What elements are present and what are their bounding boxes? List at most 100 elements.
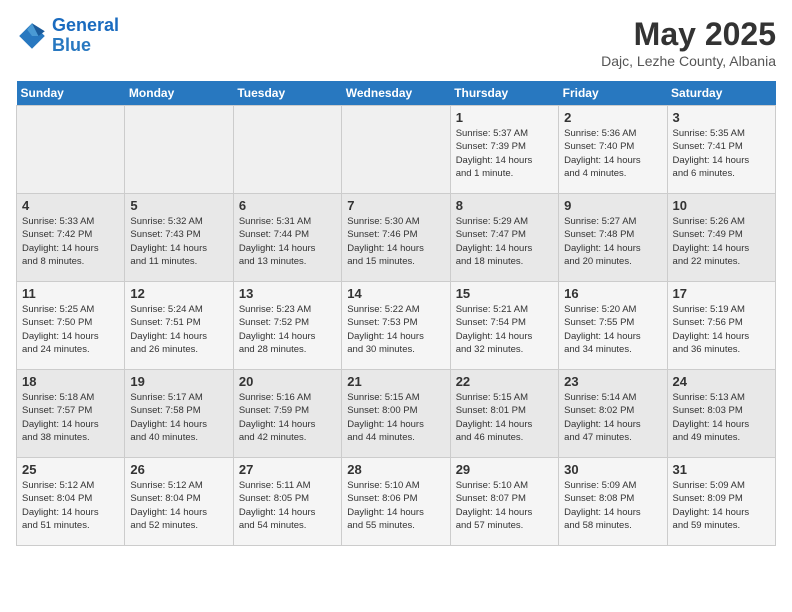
day-info: Sunrise: 5:26 AM Sunset: 7:49 PM Dayligh… [673, 215, 770, 268]
day-info: Sunrise: 5:37 AM Sunset: 7:39 PM Dayligh… [456, 127, 553, 180]
calendar-cell: 13 Sunrise: 5:23 AM Sunset: 7:52 PM Dayli… [233, 282, 341, 370]
calendar-cell: 7 Sunrise: 5:30 AM Sunset: 7:46 PM Daylig… [342, 194, 450, 282]
day-info: Sunrise: 5:09 AM Sunset: 8:09 PM Dayligh… [673, 479, 770, 532]
calendar-cell [125, 106, 233, 194]
logo-line2: Blue [52, 35, 91, 55]
day-info: Sunrise: 5:15 AM Sunset: 8:01 PM Dayligh… [456, 391, 553, 444]
day-number: 6 [239, 198, 336, 213]
calendar-cell: 10 Sunrise: 5:26 AM Sunset: 7:49 PM Dayli… [667, 194, 775, 282]
day-info: Sunrise: 5:24 AM Sunset: 7:51 PM Dayligh… [130, 303, 227, 356]
day-number: 22 [456, 374, 553, 389]
logo: General Blue [16, 16, 119, 56]
title-block: May 2025 Dajc, Lezhe County, Albania [601, 16, 776, 69]
day-number: 18 [22, 374, 119, 389]
calendar-cell: 6Sunrise: 5:31 AM Sunset: 7:44 PM Daylig… [233, 194, 341, 282]
day-info: Sunrise: 5:16 AM Sunset: 7:59 PM Dayligh… [239, 391, 336, 444]
day-number: 3 [673, 110, 770, 125]
calendar-cell: 12 Sunrise: 5:24 AM Sunset: 7:51 PM Dayli… [125, 282, 233, 370]
calendar-cell [342, 106, 450, 194]
day-number: 17 [673, 286, 770, 301]
day-number: 11 [22, 286, 119, 301]
calendar-cell: 4Sunrise: 5:33 AM Sunset: 7:42 PM Daylig… [17, 194, 125, 282]
calendar-cell: 22 Sunrise: 5:15 AM Sunset: 8:01 PM Dayli… [450, 370, 558, 458]
calendar-cell: 23Sunrise: 5:14 AM Sunset: 8:02 PM Dayli… [559, 370, 667, 458]
day-number: 16 [564, 286, 661, 301]
calendar-week-3: 11 Sunrise: 5:25 AM Sunset: 7:50 PM Dayli… [17, 282, 776, 370]
day-number: 15 [456, 286, 553, 301]
day-number: 2 [564, 110, 661, 125]
day-info: Sunrise: 5:21 AM Sunset: 7:54 PM Dayligh… [456, 303, 553, 356]
day-number: 19 [130, 374, 227, 389]
day-info: Sunrise: 5:10 AM Sunset: 8:07 PM Dayligh… [456, 479, 553, 532]
calendar-header-row: SundayMondayTuesdayWednesdayThursdayFrid… [17, 81, 776, 106]
calendar-cell: 2Sunrise: 5:36 AM Sunset: 7:40 PM Daylig… [559, 106, 667, 194]
calendar-cell: 11 Sunrise: 5:25 AM Sunset: 7:50 PM Dayli… [17, 282, 125, 370]
day-number: 5 [130, 198, 227, 213]
day-number: 26 [130, 462, 227, 477]
day-number: 14 [347, 286, 444, 301]
day-info: Sunrise: 5:23 AM Sunset: 7:52 PM Dayligh… [239, 303, 336, 356]
calendar-body: 1Sunrise: 5:37 AM Sunset: 7:39 PM Daylig… [17, 106, 776, 546]
calendar-cell: 31Sunrise: 5:09 AM Sunset: 8:09 PM Dayli… [667, 458, 775, 546]
day-number: 13 [239, 286, 336, 301]
day-info: Sunrise: 5:10 AM Sunset: 8:06 PM Dayligh… [347, 479, 444, 532]
calendar-cell: 29 Sunrise: 5:10 AM Sunset: 8:07 PM Dayli… [450, 458, 558, 546]
day-header-monday: Monday [125, 81, 233, 106]
day-info: Sunrise: 5:12 AM Sunset: 8:04 PM Dayligh… [130, 479, 227, 532]
calendar-cell: 25Sunrise: 5:12 AM Sunset: 8:04 PM Dayli… [17, 458, 125, 546]
day-number: 9 [564, 198, 661, 213]
calendar-cell [17, 106, 125, 194]
calendar-week-4: 18 Sunrise: 5:18 AM Sunset: 7:57 PM Dayli… [17, 370, 776, 458]
day-number: 28 [347, 462, 444, 477]
day-number: 24 [673, 374, 770, 389]
day-number: 7 [347, 198, 444, 213]
day-info: Sunrise: 5:11 AM Sunset: 8:05 PM Dayligh… [239, 479, 336, 532]
day-header-saturday: Saturday [667, 81, 775, 106]
day-header-sunday: Sunday [17, 81, 125, 106]
day-info: Sunrise: 5:33 AM Sunset: 7:42 PM Dayligh… [22, 215, 119, 268]
calendar-cell: 26 Sunrise: 5:12 AM Sunset: 8:04 PM Dayli… [125, 458, 233, 546]
calendar-week-2: 4Sunrise: 5:33 AM Sunset: 7:42 PM Daylig… [17, 194, 776, 282]
logo-text: General Blue [52, 16, 119, 56]
calendar-cell: 17Sunrise: 5:19 AM Sunset: 7:56 PM Dayli… [667, 282, 775, 370]
day-number: 20 [239, 374, 336, 389]
calendar-week-5: 25Sunrise: 5:12 AM Sunset: 8:04 PM Dayli… [17, 458, 776, 546]
calendar-cell [233, 106, 341, 194]
month-title: May 2025 [601, 16, 776, 53]
calendar-cell: 21 Sunrise: 5:15 AM Sunset: 8:00 PM Dayli… [342, 370, 450, 458]
day-info: Sunrise: 5:25 AM Sunset: 7:50 PM Dayligh… [22, 303, 119, 356]
location: Dajc, Lezhe County, Albania [601, 53, 776, 69]
calendar-cell: 16Sunrise: 5:20 AM Sunset: 7:55 PM Dayli… [559, 282, 667, 370]
calendar-cell: 24Sunrise: 5:13 AM Sunset: 8:03 PM Dayli… [667, 370, 775, 458]
day-number: 10 [673, 198, 770, 213]
calendar-cell: 9 Sunrise: 5:27 AM Sunset: 7:48 PM Daylig… [559, 194, 667, 282]
day-info: Sunrise: 5:09 AM Sunset: 8:08 PM Dayligh… [564, 479, 661, 532]
calendar-cell: 14Sunrise: 5:22 AM Sunset: 7:53 PM Dayli… [342, 282, 450, 370]
day-number: 30 [564, 462, 661, 477]
calendar-cell: 15 Sunrise: 5:21 AM Sunset: 7:54 PM Dayli… [450, 282, 558, 370]
day-info: Sunrise: 5:35 AM Sunset: 7:41 PM Dayligh… [673, 127, 770, 180]
day-info: Sunrise: 5:27 AM Sunset: 7:48 PM Dayligh… [564, 215, 661, 268]
day-info: Sunrise: 5:18 AM Sunset: 7:57 PM Dayligh… [22, 391, 119, 444]
day-header-tuesday: Tuesday [233, 81, 341, 106]
day-info: Sunrise: 5:29 AM Sunset: 7:47 PM Dayligh… [456, 215, 553, 268]
calendar-cell: 30 Sunrise: 5:09 AM Sunset: 8:08 PM Dayli… [559, 458, 667, 546]
calendar-cell: 8 Sunrise: 5:29 AM Sunset: 7:47 PM Daylig… [450, 194, 558, 282]
day-info: Sunrise: 5:12 AM Sunset: 8:04 PM Dayligh… [22, 479, 119, 532]
calendar-table: SundayMondayTuesdayWednesdayThursdayFrid… [16, 81, 776, 546]
day-number: 8 [456, 198, 553, 213]
calendar-cell: 28 Sunrise: 5:10 AM Sunset: 8:06 PM Dayli… [342, 458, 450, 546]
page-header: General Blue May 2025 Dajc, Lezhe County… [16, 16, 776, 69]
day-header-wednesday: Wednesday [342, 81, 450, 106]
day-number: 21 [347, 374, 444, 389]
day-number: 29 [456, 462, 553, 477]
day-header-thursday: Thursday [450, 81, 558, 106]
day-number: 23 [564, 374, 661, 389]
calendar-week-1: 1Sunrise: 5:37 AM Sunset: 7:39 PM Daylig… [17, 106, 776, 194]
day-info: Sunrise: 5:30 AM Sunset: 7:46 PM Dayligh… [347, 215, 444, 268]
day-info: Sunrise: 5:17 AM Sunset: 7:58 PM Dayligh… [130, 391, 227, 444]
day-info: Sunrise: 5:15 AM Sunset: 8:00 PM Dayligh… [347, 391, 444, 444]
day-number: 12 [130, 286, 227, 301]
calendar-cell: 27Sunrise: 5:11 AM Sunset: 8:05 PM Dayli… [233, 458, 341, 546]
calendar-cell: 18 Sunrise: 5:18 AM Sunset: 7:57 PM Dayli… [17, 370, 125, 458]
